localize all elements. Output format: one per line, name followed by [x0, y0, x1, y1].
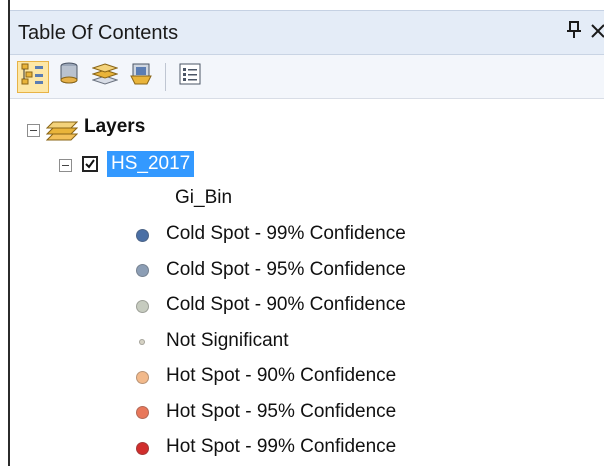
- legend-item[interactable]: Hot Spot - 90% Confidence: [10, 362, 600, 394]
- legend-symbol: [135, 406, 149, 419]
- legend-symbol: [139, 338, 145, 345]
- table-of-contents-window: Table Of Contents Layers HS_2017 Gi_Bin …: [0, 0, 604, 466]
- legend-label: Cold Spot - 95% Confidence: [166, 258, 406, 280]
- title-bar[interactable]: Table Of Contents: [10, 10, 604, 55]
- legend-symbol: [135, 441, 149, 455]
- panel-title: Table Of Contents: [18, 22, 179, 44]
- legend-label: Cold Spot - 99% Confidence: [166, 223, 406, 244]
- window-left-edge: [0, 0, 10, 466]
- legend-label: Hot Spot - 90% Confidence: [166, 365, 397, 386]
- list-by-drawing-order-button[interactable]: [17, 60, 49, 93]
- legend-label: Not Significant: [166, 329, 289, 351]
- options-icon: [179, 63, 201, 90]
- list-by-visibility-button[interactable]: [89, 61, 121, 93]
- close-icon[interactable]: [590, 20, 604, 44]
- legend-symbol: [135, 264, 149, 277]
- options-button[interactable]: [174, 61, 206, 93]
- legend-symbol: [135, 370, 149, 384]
- toolbar-separator: [165, 62, 166, 91]
- legend-label: Cold Spot - 90% Confidence: [166, 294, 406, 315]
- layer-name-selected[interactable]: HS_2017: [107, 151, 195, 177]
- legend-label: Hot Spot - 99% Confidence: [166, 436, 397, 457]
- list-by-visibility-icon: [91, 62, 119, 91]
- legend-item[interactable]: Hot Spot - 95% Confidence: [10, 398, 600, 430]
- legend-symbol: [135, 299, 149, 313]
- layers-icon: [45, 116, 79, 147]
- legend-item[interactable]: Cold Spot - 95% Confidence: [10, 256, 600, 288]
- title-controls: [566, 17, 604, 47]
- list-by-selection-icon: [129, 62, 153, 91]
- list-by-source-icon: [57, 61, 81, 92]
- list-by-drawing-order-icon: [20, 62, 46, 91]
- layer-collapse-toggle[interactable]: [59, 159, 72, 172]
- legend-item[interactable]: Hot Spot - 99% Confidence: [10, 433, 600, 465]
- list-by-selection-button[interactable]: [125, 61, 157, 93]
- data-frame-label[interactable]: Layers: [84, 116, 145, 138]
- toc-tree: Layers HS_2017 Gi_Bin Cold Spot - 99% Co…: [10, 100, 604, 466]
- legend-item[interactable]: Not Significant: [10, 327, 600, 359]
- toc-toolbar: [10, 55, 604, 99]
- layer-visibility-checkbox[interactable]: [82, 156, 98, 172]
- list-by-source-button[interactable]: [53, 61, 85, 93]
- legend-label: Hot Spot - 95% Confidence: [166, 400, 397, 422]
- layers-collapse-toggle[interactable]: [27, 124, 40, 137]
- symbology-field-label: Gi_Bin: [175, 187, 233, 208]
- legend-symbol: [135, 228, 149, 242]
- pin-icon[interactable]: [566, 20, 582, 44]
- legend-item[interactable]: Cold Spot - 99% Confidence: [10, 220, 600, 252]
- legend-item[interactable]: Cold Spot - 90% Confidence: [10, 291, 600, 323]
